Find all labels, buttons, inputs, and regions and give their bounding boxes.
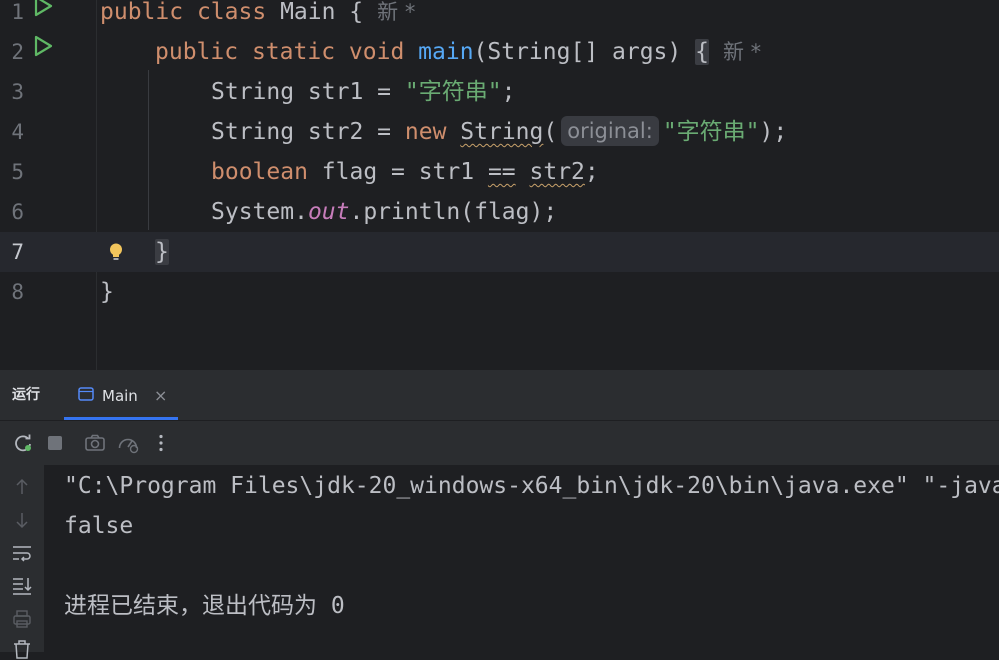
console-line-command: "C:\Program Files\jdk-20_windows-x64_bin… [64,473,999,499]
code-text: } [100,279,114,305]
tab-active-indicator [64,417,178,420]
code-text: String str1 = "字符串"; [211,79,516,105]
code-line-7[interactable]: 7 } [0,232,999,272]
more-icon[interactable] [150,432,172,454]
parameter-hint: original: [561,115,659,146]
run-panel-title: 运行 [12,387,40,403]
code-text: public static void main(String[] args) {… [155,39,762,65]
code-text: String str2 = new String(original: "字符串")… [211,112,787,152]
console-tab-icon [78,387,94,401]
arrow-up-icon[interactable] [11,476,33,498]
run-toolbar [0,421,999,465]
close-icon[interactable]: × [154,370,167,422]
code-text: public class Main {新 * [100,0,416,25]
tab-main[interactable]: Main × [64,370,178,420]
tab-label: Main [102,387,138,405]
line-number: 4 [11,120,24,144]
code-text: boolean flag = str1 == str2; [211,159,599,185]
line-number: 5 [11,160,24,184]
camera-icon[interactable] [84,432,106,454]
console-line-output: false [64,513,134,539]
scroll-to-end-icon[interactable] [11,575,33,597]
line-number: 1 [11,0,24,24]
dashboard-icon[interactable] [117,432,139,454]
rerun-icon[interactable] [12,432,34,454]
code-line-2[interactable]: 2 public static void main(String[] args)… [0,32,999,72]
vcs-annotation: 新 * [377,0,416,24]
vcs-annotation: 新 * [722,40,762,64]
code-line-4[interactable]: 4 String str2 = new String(original: "字符串… [0,112,999,152]
trash-icon[interactable] [11,638,33,660]
run-icon[interactable] [31,34,55,58]
code-line-5[interactable]: 5 boolean flag = str1 == str2; [0,152,999,192]
run-panel-header: 运行 Main × [0,370,999,421]
code-line-3[interactable]: 3 String str1 = "字符串"; [0,72,999,112]
line-number: 3 [11,80,24,104]
code-editor[interactable]: 1 public class Main {新 * 2 public static… [0,0,999,370]
code-line-6[interactable]: 6 System.out.println(flag); [0,192,999,232]
code-text: } [155,239,169,265]
run-icon[interactable] [31,0,55,18]
code-text: System.out.println(flag); [211,199,558,225]
lightbulb-icon[interactable] [107,242,125,262]
stop-icon[interactable] [44,432,66,454]
console-line-exit: 进程已结束，退出代码为 0 [64,593,345,619]
code-line-8[interactable]: 8 } [0,272,999,312]
console-side-toolbar [0,465,44,659]
code-line-1[interactable]: 1 public class Main {新 * [0,0,999,32]
line-number: 7 [11,240,24,264]
soft-wrap-icon[interactable] [11,542,33,564]
console-output[interactable]: "C:\Program Files\jdk-20_windows-x64_bin… [44,465,999,652]
line-number: 6 [11,200,24,224]
arrow-down-icon[interactable] [11,509,33,531]
line-number: 8 [11,280,24,304]
line-number: 2 [11,40,24,64]
print-icon[interactable] [11,608,33,630]
